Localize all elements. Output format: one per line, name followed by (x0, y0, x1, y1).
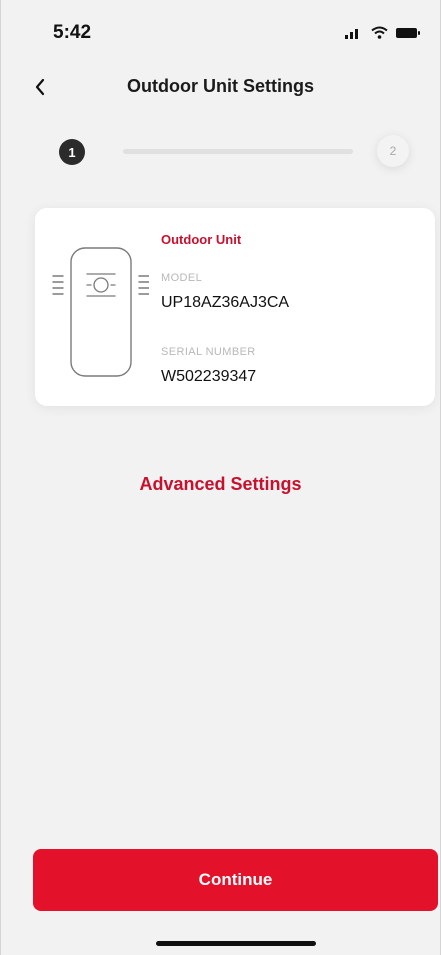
step-indicator-next: 2 (377, 135, 409, 167)
app-screen: 5:42 Outdoor Unit Settings 1 2 Outdoor U… (0, 0, 441, 955)
continue-button[interactable]: Continue (33, 849, 438, 911)
outdoor-unit-icon (52, 247, 149, 377)
status-bar: 5:42 (1, 0, 440, 64)
advanced-settings-link[interactable]: Advanced Settings (1, 474, 440, 495)
unit-type-label: Outdoor Unit (161, 232, 242, 247)
navigation-bar: Outdoor Unit Settings (1, 64, 440, 112)
progress-track (123, 149, 353, 154)
page-title: Outdoor Unit Settings (127, 76, 314, 96)
model-value: UP18AZ36AJ3CA (161, 294, 290, 311)
status-time: 5:42 (53, 22, 92, 43)
wifi-icon (371, 26, 388, 44)
signal-icon (345, 26, 363, 44)
status-icons (345, 26, 420, 44)
step-indicator-current: 1 (59, 139, 85, 165)
home-indicator (156, 941, 316, 946)
serial-number-value: W502239347 (161, 368, 257, 385)
battery-icon (396, 26, 420, 44)
serial-number-label: SERIAL NUMBER (161, 346, 256, 358)
model-label: MODEL (161, 272, 203, 284)
outdoor-unit-card: Outdoor Unit MODEL UP18AZ36AJ3CA SERIAL … (35, 208, 435, 406)
step-progress: 1 2 (41, 125, 421, 177)
